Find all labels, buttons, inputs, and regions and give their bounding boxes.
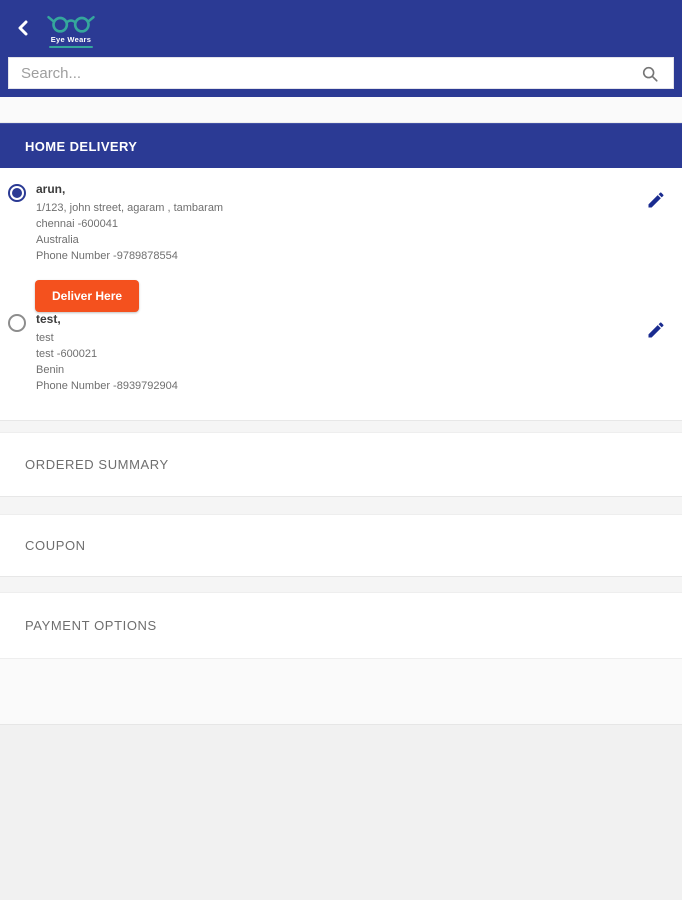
page-background (0, 724, 682, 900)
address-city: test -600021 (36, 346, 622, 362)
ordered-summary-title: ORDERED SUMMARY (25, 457, 169, 472)
deliver-here-button[interactable]: Deliver Here (35, 280, 139, 312)
address-phone: Phone Number -9789878554 (36, 248, 622, 264)
ordered-summary-section[interactable]: ORDERED SUMMARY (0, 433, 682, 496)
edit-address-icon[interactable] (646, 190, 666, 210)
spacer (0, 420, 682, 433)
chevron-left-icon (16, 20, 30, 36)
brand-logo[interactable]: Eye Wears (46, 8, 96, 48)
logo-underline (49, 46, 93, 48)
address-radio-selected[interactable] (8, 184, 26, 202)
glasses-icon (46, 12, 96, 34)
payment-options-title: PAYMENT OPTIONS (25, 618, 157, 633)
address-street: test (36, 330, 622, 346)
spacer (0, 576, 682, 593)
address-phone: Phone Number -8939792904 (36, 378, 622, 394)
spacer (0, 496, 682, 515)
address-radio-unselected[interactable] (8, 314, 26, 332)
search-icon[interactable] (641, 65, 659, 83)
search-input[interactable] (9, 58, 673, 88)
coupon-section[interactable]: COUPON (0, 515, 682, 576)
address-list: arun, 1/123, john street, agaram , tamba… (0, 168, 682, 420)
address-item-arun: arun, 1/123, john street, agaram , tamba… (0, 182, 682, 264)
coupon-title: COUPON (25, 538, 86, 553)
address-item-test: test, test test -600021 Benin Phone Numb… (0, 312, 682, 394)
address-name: arun, (36, 182, 622, 196)
home-delivery-header[interactable]: HOME DELIVERY (0, 123, 682, 168)
spacer (0, 97, 682, 123)
address-name: test, (36, 312, 622, 326)
search-band (0, 55, 682, 97)
app-bar: Eye Wears (0, 0, 682, 55)
address-city: chennai -600041 (36, 216, 622, 232)
spacer (0, 658, 682, 724)
address-country: Benin (36, 362, 622, 378)
home-delivery-title: HOME DELIVERY (25, 139, 137, 154)
edit-address-icon[interactable] (646, 320, 666, 340)
address-street: 1/123, john street, agaram , tambaram (36, 200, 622, 216)
search-box (8, 57, 674, 89)
back-button[interactable] (10, 15, 36, 41)
logo-text: Eye Wears (51, 35, 92, 44)
checkout-page: Eye Wears HOME DELIVERY arun, 1/123, joh… (0, 0, 682, 900)
address-country: Australia (36, 232, 622, 248)
payment-options-section[interactable]: PAYMENT OPTIONS (0, 593, 682, 658)
